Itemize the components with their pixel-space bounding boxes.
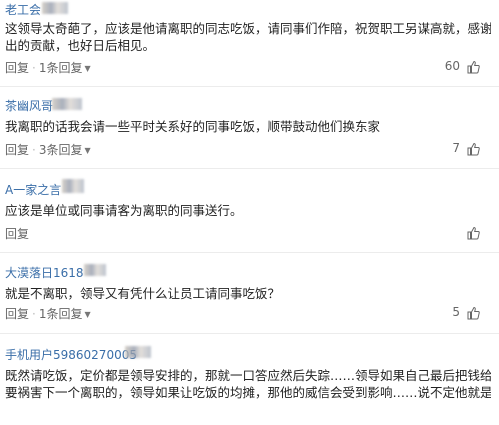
comment-text-line: 这领导太奇葩了，应该是他请离职的同志吃饭，请同事们作陪，祝贺职工另谋高就，感谢职… bbox=[5, 21, 491, 36]
comment-username[interactable]: 老工会 bbox=[5, 1, 41, 18]
like-count: 5 bbox=[452, 305, 460, 319]
comment-footer: 回复 bbox=[0, 224, 499, 242]
blurred-avatar bbox=[42, 2, 68, 14]
chevron-down-icon[interactable]: ▼ bbox=[84, 146, 90, 155]
chevron-down-icon[interactable]: ▼ bbox=[84, 310, 90, 319]
thumbs-up-icon[interactable] bbox=[466, 306, 480, 320]
thumbs-up-icon[interactable] bbox=[466, 60, 480, 74]
replies-count-link[interactable]: 1条回复 bbox=[39, 307, 83, 321]
reply-button[interactable]: 回复 bbox=[5, 225, 29, 242]
comment-item: A一家之言 应该是单位或同事请客为离职的同事送行。 回复 bbox=[0, 175, 499, 245]
chevron-down-icon[interactable]: ▼ bbox=[84, 64, 90, 73]
comment-text-line: 我离职的话我会请一些平时关系好的同事吃饭，顺带鼓动他们换东家 bbox=[5, 119, 381, 134]
blurred-avatar bbox=[125, 346, 151, 358]
comment-username[interactable]: 茶幽风哥 bbox=[5, 97, 53, 114]
comment-username[interactable]: 手机用户59860270005 bbox=[5, 346, 137, 363]
reply-label: 回复 bbox=[5, 61, 30, 75]
comment-item: 老工会 这领导太奇葩了，应该是他请离职的同志吃饭，请同事们作陪，祝贺职工另谋高就… bbox=[0, 0, 499, 82]
replies-count-link[interactable]: 1条回复 bbox=[39, 61, 83, 75]
comment-footer: 回复 · 1条回复 ▼ 5 bbox=[0, 304, 499, 322]
comment-text-line: 应该是单位或同事请客为离职的同事送行。 bbox=[5, 203, 243, 218]
comment-text-line: 要祸害下一个离职的，领导如果让吃饭的均摊，那他的威信会受到影响……说不定他就是下… bbox=[5, 385, 491, 400]
comment-footer: 回复 · 1条回复 ▼ 60 bbox=[0, 58, 499, 76]
comment-text-line: 就是不离职，领导又有凭什么让员工请同事吃饭？ bbox=[5, 286, 281, 301]
comment-username[interactable]: 大漠落日1618 bbox=[5, 264, 84, 281]
comment-item: 茶幽风哥 我离职的话我会请一些平时关系好的同事吃饭，顺带鼓动他们换东家 回复 · 3… bbox=[0, 93, 499, 163]
blurred-avatar bbox=[52, 98, 82, 110]
divider bbox=[0, 333, 499, 334]
reply-label: 回复 bbox=[5, 227, 30, 241]
comment-username[interactable]: A一家之言 bbox=[5, 181, 61, 198]
divider bbox=[0, 168, 499, 169]
reply-button[interactable]: 回复 · 3条回复 ▼ bbox=[5, 141, 91, 158]
comment-item: 手机用户59860270005 既然请吃饭，定价都是领导安排的，那就一口答应然后… bbox=[0, 340, 499, 425]
thumbs-up-icon[interactable] bbox=[466, 142, 480, 156]
like-count: 60 bbox=[444, 59, 460, 73]
comment-item: 大漠落日1618 就是不离职，领导又有凭什么让员工请同事吃饭？ 回复 · 1条回复 ▼… bbox=[0, 259, 499, 329]
divider bbox=[0, 252, 499, 253]
reply-button[interactable]: 回复 · 1条回复 ▼ bbox=[5, 305, 91, 322]
thumbs-up-icon[interactable] bbox=[466, 226, 480, 240]
comment-footer: 回复 · 3条回复 ▼ 7 bbox=[0, 140, 499, 158]
reply-button[interactable]: 回复 · 1条回复 ▼ bbox=[5, 59, 91, 76]
reply-label: 回复 bbox=[5, 143, 30, 157]
reply-label: 回复 bbox=[5, 307, 30, 321]
blurred-avatar bbox=[84, 264, 106, 276]
blurred-avatar bbox=[62, 179, 84, 193]
comment-text-line: 既然请吃饭，定价都是领导安排的，那就一口答应然后失踪……领导如果自己最后把钱给了… bbox=[5, 368, 491, 383]
divider bbox=[0, 86, 499, 87]
replies-count-link[interactable]: 3条回复 bbox=[39, 143, 83, 157]
like-count: 7 bbox=[452, 141, 460, 155]
comment-text-line: 出的贡献，也好日后相见。 bbox=[5, 38, 156, 53]
